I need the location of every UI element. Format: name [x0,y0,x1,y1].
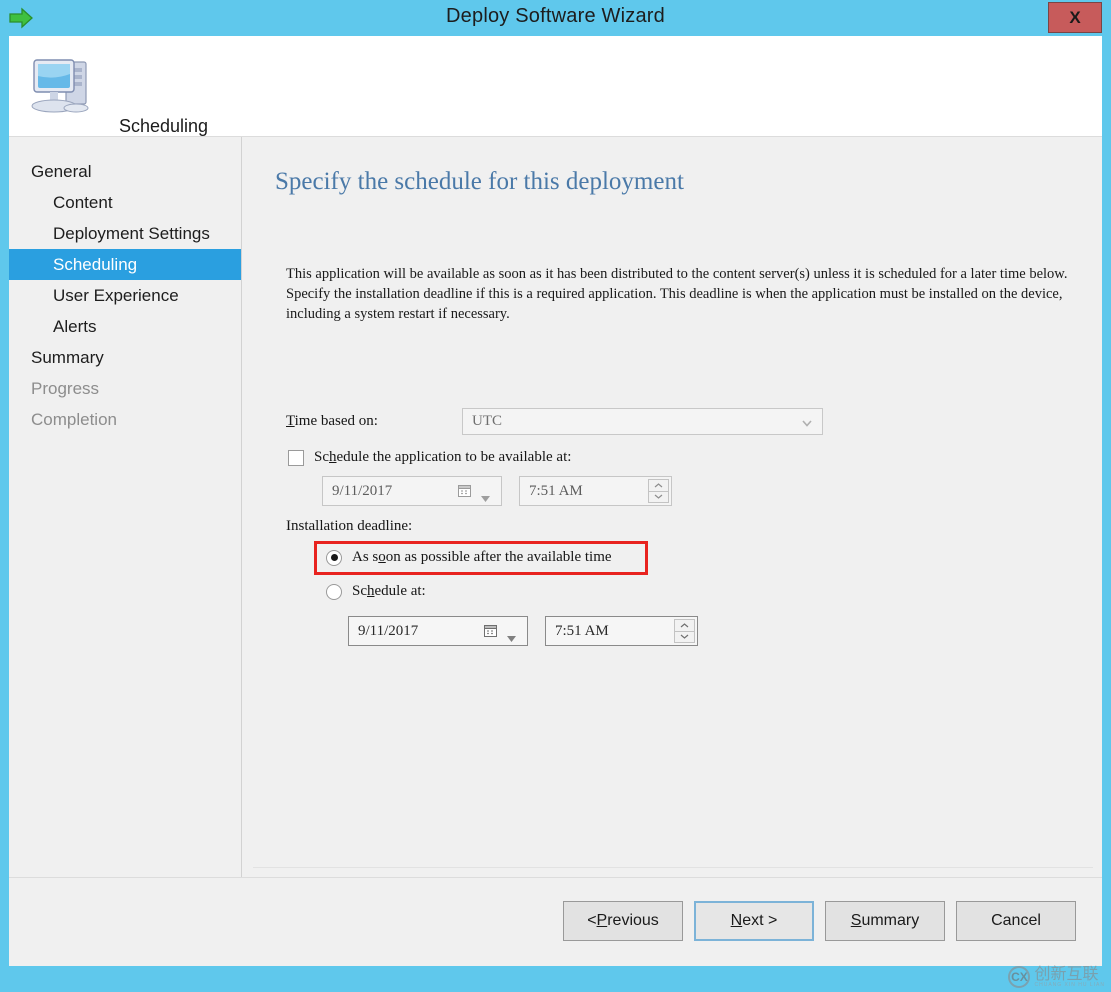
deadline-date-value: 9/11/2017 [358,622,419,639]
deadline-schedule-at-label: Schedule at: [352,583,426,600]
sidebar-item-completion: Completion [31,410,117,429]
content-pane: Specify the schedule for this deployment… [243,137,1102,877]
sidebar-item-alerts[interactable]: Alerts [9,311,241,342]
next-button[interactable]: Next > [694,901,814,941]
calendar-icon [484,624,499,639]
deadline-asap-label: As soon as possible after the available … [352,549,612,566]
available-time-down-icon[interactable] [648,490,669,503]
window-title: Deploy Software Wizard [446,5,665,27]
available-time-value: 7:51 AM [529,482,583,499]
deadline-time-up-icon[interactable] [674,619,695,631]
deadline-asap-accel: o [378,549,386,565]
schedule-available-label-post: edule the application to be available at… [336,449,572,465]
watermark-logo-icon: CX [1008,966,1031,988]
deadline-asap-label-pre: As s [352,549,379,565]
chevron-down-icon [801,416,813,428]
next-post: ext > [742,912,778,929]
page-description: This application will be available as so… [286,266,1068,322]
wizard-steps-sidebar: General Content Deployment Settings Sche… [9,137,242,877]
available-date-value: 9/11/2017 [332,482,393,499]
deadline-asap-label-post: on as possible after the available time [385,549,612,565]
deadline-asap-radio[interactable] [326,549,342,566]
deadline-datetime-row: 9/11/2017 7:51 AM [348,616,698,646]
deadline-schedule-at-radio[interactable] [326,583,342,600]
sidebar-item-user-experience[interactable]: User Experience [9,280,241,311]
date-dropdown-arrow-icon[interactable] [481,489,490,502]
page-title: Specify the schedule for this deployment [275,168,684,195]
watermark: CX 创新互联 CHUANG XIN HU LIAN [1008,966,1105,988]
schedule-available-label-pre: Sc [314,449,329,465]
schedule-available-accel: h [329,449,337,465]
schedule-available-label: Schedule the application to be available… [314,449,571,466]
installation-deadline-label: Installation deadline: [286,518,413,534]
time-based-on-select[interactable]: UTC [462,408,823,435]
sidebar-item-content[interactable]: Content [9,187,241,218]
watermark-text: 创新互联 [1034,964,1099,983]
previous-button[interactable]: < Previous [563,901,683,941]
sidebar-item-progress: Progress [31,379,100,398]
sidebar-item-scheduling[interactable]: Scheduling [9,249,241,280]
previous-accel: P [596,912,608,929]
deadline-schedule-at-label-pre: Sc [352,583,367,599]
cancel-post: ancel [1002,912,1041,929]
summary-button[interactable]: Summary [825,901,945,941]
sidebar-item-general[interactable]: General [9,156,241,187]
banner-title: Scheduling [119,116,209,136]
wizard-footer: < Previous Next > Summary Cancel [9,877,1102,966]
content-inner: Specify the schedule for this deployment… [253,146,1093,868]
wizard-banner: Scheduling [9,36,1102,137]
calendar-icon [458,484,473,499]
schedule-available-checkbox[interactable] [288,449,304,466]
available-date-input[interactable]: 9/11/2017 [322,476,502,506]
cancel-button[interactable]: Cancel [956,901,1076,941]
time-based-on-label-rest: ime based on: [294,413,378,429]
time-based-on-value: UTC [472,413,502,429]
sidebar-item-summary[interactable]: Summary [9,342,241,373]
available-time-input[interactable]: 7:51 AM [519,476,672,506]
previous-post: revious [607,912,659,929]
deadline-schedule-at-label-post: edule at: [374,583,426,599]
window-body: Scheduling General Content Deployment Se… [9,36,1102,966]
watermark-subtext: CHUANG XIN HU LIAN [1034,982,1105,988]
summary-post: ummary [861,912,920,929]
deadline-asap-row[interactable]: As soon as possible after the available … [326,549,612,566]
wizard-window: Deploy Software Wizard X Scheduling Gene… [0,0,1111,992]
available-time-up-icon[interactable] [648,479,669,491]
deadline-time-input[interactable]: 7:51 AM [545,616,698,646]
previous-pre: < [587,912,597,929]
title-bar: Deploy Software Wizard X [0,0,1111,36]
date-dropdown-arrow-icon[interactable] [507,629,516,642]
time-based-on-row: Time based on: UTC [286,408,823,435]
time-based-on-label: Time based on: [286,413,462,430]
deadline-time-down-icon[interactable] [674,630,695,643]
summary-accel: S [850,912,862,929]
computer-monitor-icon [26,48,102,124]
close-icon[interactable]: X [1048,2,1102,33]
deadline-schedule-at-row[interactable]: Schedule at: [326,583,426,600]
schedule-available-row: Schedule the application to be available… [288,449,571,466]
deadline-date-input[interactable]: 9/11/2017 [348,616,528,646]
time-based-on-accel: T [286,413,295,429]
cancel-pre: C [991,912,1003,929]
available-datetime-row: 9/11/2017 7:51 AM [322,476,672,506]
next-accel: N [730,912,743,929]
footer-button-group: < Previous Next > Summary Cancel [563,901,1076,941]
sidebar-item-deployment-settings[interactable]: Deployment Settings [9,218,241,249]
deadline-time-stepper[interactable] [674,619,695,643]
deadline-schedule-at-accel: h [367,583,375,599]
available-time-stepper[interactable] [648,479,669,503]
watermark-text-group: 创新互联 CHUANG XIN HU LIAN [1034,964,1105,989]
deadline-time-value: 7:51 AM [555,622,609,639]
